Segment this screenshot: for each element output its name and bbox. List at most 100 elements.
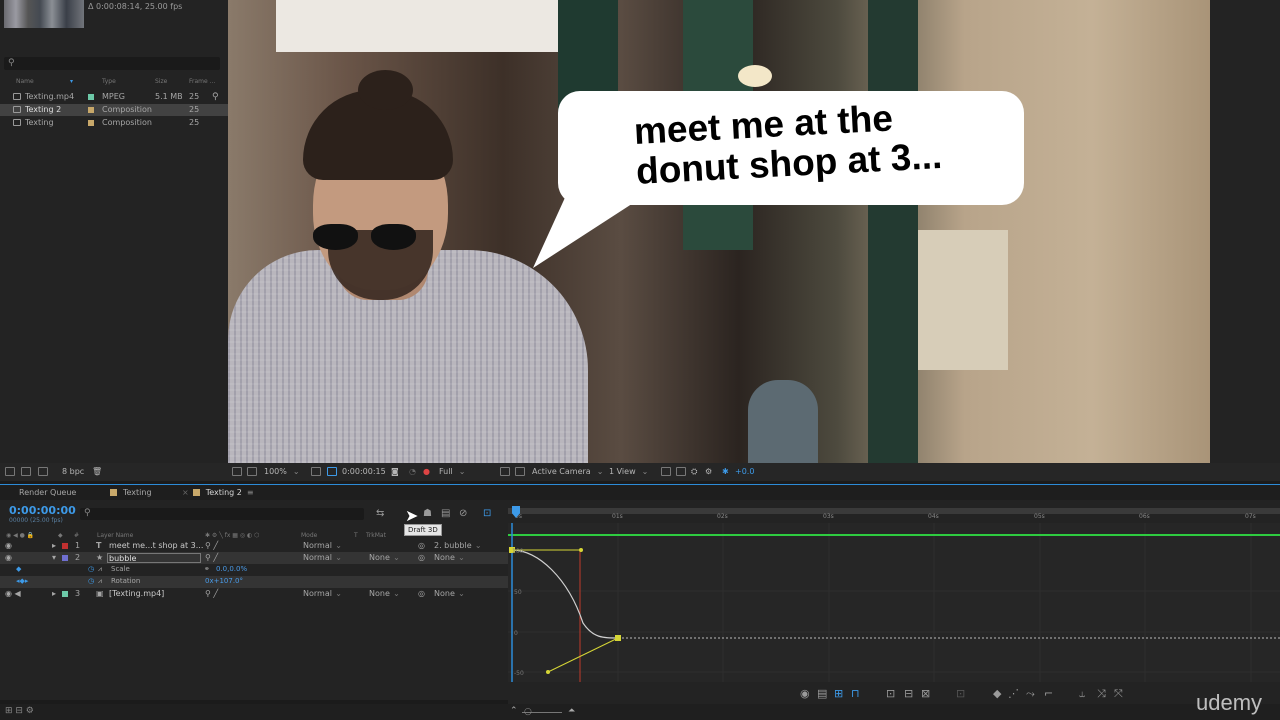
link-icon[interactable]: ⚭ — [204, 565, 210, 573]
always-preview-icon[interactable] — [232, 467, 242, 476]
edit-keyframe-icon[interactable]: ⊡ — [956, 687, 965, 700]
twirl-icon[interactable]: ▾ — [52, 553, 56, 562]
show-snapshot-icon[interactable]: ◔ — [409, 467, 416, 476]
composition-viewer[interactable]: meet me at the donut shop at 3... — [228, 0, 1210, 463]
visibility-icon[interactable]: ◉ — [5, 541, 12, 550]
auto-bezier-icon[interactable]: ⋰ — [1008, 687, 1019, 700]
pickwhip-icon[interactable]: ◎ — [418, 553, 425, 562]
shy-icon[interactable]: ☗ — [423, 508, 432, 519]
trash-icon[interactable]: 🗑 — [92, 467, 102, 476]
switches[interactable]: ⚲ ╱ — [205, 541, 218, 550]
col-size[interactable]: Size — [155, 78, 167, 85]
parent-select[interactable]: None — [434, 553, 465, 562]
col-name[interactable]: Name — [16, 78, 34, 85]
stopwatch-icon[interactable]: ◷ — [88, 565, 94, 573]
transform-box-icon[interactable]: ⊞ — [834, 687, 843, 700]
fit-selection-icon[interactable]: ⊡ — [886, 687, 895, 700]
project-item[interactable]: Texting 2 Composition 25 — [0, 104, 228, 116]
mask-visibility-icon[interactable] — [327, 467, 337, 476]
col-mode[interactable]: Mode — [301, 532, 317, 539]
layer-row[interactable]: ◉ ▾ 2 ★ bubble ⚲ ╱ Normal None ◎ None — [0, 552, 508, 564]
time-ruler[interactable] — [508, 508, 1280, 514]
project-search-input[interactable]: ⚲ — [4, 57, 220, 70]
layer-name[interactable]: meet me...t shop at 3... — [109, 541, 203, 550]
flowchart-view-icon[interactable]: ⚙ — [705, 467, 712, 476]
project-item[interactable]: Texting Composition 25 — [0, 117, 228, 129]
graph-editor[interactable]: 100 50 0 -50 — [508, 523, 1280, 682]
motion-blur-icon[interactable]: ⊘ — [459, 508, 467, 519]
graph-editor-icon[interactable]: ⊡ — [483, 508, 491, 519]
current-time[interactable]: 0:00:00:00 — [9, 504, 76, 517]
zoom-out-icon[interactable]: ⌃ — [510, 706, 518, 716]
twirl-icon[interactable]: ▸ — [52, 541, 56, 550]
toggle-switches-icon[interactable]: ⊞ ⊟ ⚙ — [5, 706, 34, 716]
property-row[interactable]: ◂◆▸ ◷ ⩘ Rotation 0x+107.0° — [0, 576, 508, 588]
parent-select[interactable]: 2. bubble — [434, 541, 481, 550]
blend-mode-select[interactable]: Normal — [303, 541, 342, 550]
col-frame[interactable]: Frame ... — [189, 78, 215, 85]
pickwhip-icon[interactable]: ◎ — [418, 541, 425, 550]
trkmat-select[interactable]: None — [369, 589, 400, 598]
easy-ease-icon[interactable]: ⥿ — [1079, 687, 1085, 701]
view-layout-select[interactable]: 1 View — [609, 467, 648, 476]
fast-preview-icon[interactable] — [676, 467, 686, 476]
easy-ease-out-icon[interactable]: ⤧ — [1114, 687, 1123, 701]
comp-flowchart-icon[interactable]: ⇆ — [376, 508, 384, 519]
exposure-icon[interactable]: ✱ — [722, 467, 729, 476]
pickwhip-icon[interactable]: ◎ — [418, 589, 425, 598]
snap-icon[interactable]: ⊓ — [851, 687, 860, 700]
blend-mode-select[interactable]: Normal — [303, 553, 342, 562]
region-of-interest-icon[interactable] — [500, 467, 510, 476]
tab-render-queue[interactable]: Render Queue — [19, 488, 76, 497]
twirl-icon[interactable]: ▸ — [52, 589, 56, 598]
close-icon[interactable]: × — [182, 488, 189, 497]
eye-icon[interactable]: ◉ — [800, 687, 810, 700]
col-type[interactable]: Type — [102, 78, 116, 85]
graph-type-icon[interactable]: ▤ — [817, 687, 827, 700]
keyframe-nav-icon[interactable]: ◂◆▸ — [16, 577, 28, 585]
pixel-aspect-icon[interactable] — [661, 467, 671, 476]
tab-texting[interactable]: Texting — [110, 488, 152, 497]
col-trkmat[interactable]: TrkMat — [366, 532, 386, 539]
layer-row[interactable]: ◉ ▸ 1 T meet me...t shop at 3... ⚲ ╱ Nor… — [0, 540, 508, 552]
bit-depth[interactable]: 8 bpc — [62, 467, 84, 476]
convert-keyframe-icon[interactable]: ⤳ — [1026, 687, 1035, 701]
frame-blending-icon[interactable]: ▤ — [441, 508, 450, 519]
channel-icon[interactable]: ● — [423, 467, 430, 476]
easy-ease-in-icon[interactable]: ⤨ — [1097, 687, 1106, 701]
keyframe-nav-icon[interactable]: ◆ — [16, 565, 21, 573]
blend-mode-select[interactable]: Normal — [303, 589, 342, 598]
monitor-icon[interactable] — [247, 467, 257, 476]
visibility-icon[interactable]: ◉ ◀ — [5, 589, 21, 598]
switches[interactable]: ⚲ ╱ — [205, 553, 218, 562]
visibility-icon[interactable]: ◉ — [5, 553, 12, 562]
layer-name[interactable]: [Texting.mp4] — [109, 589, 164, 598]
col-layer-name[interactable]: Layer Name — [97, 532, 133, 539]
switches[interactable]: ⚲ ╱ — [205, 589, 218, 598]
separate-dimensions-icon[interactable]: ⊠ — [921, 687, 930, 700]
magnification-select[interactable]: 100% — [264, 467, 300, 476]
property-value[interactable]: 0.0,0.0% — [216, 565, 247, 573]
property-value[interactable]: 0x+107.0° — [205, 577, 243, 585]
fit-all-icon[interactable]: ⊟ — [904, 687, 913, 700]
parent-select[interactable]: None — [434, 589, 465, 598]
viewer-timecode[interactable]: 0:00:00:15 — [342, 467, 386, 476]
hold-keyframe-icon[interactable]: ◆ — [993, 687, 1001, 700]
tab-texting-2[interactable]: × Texting 2 ≡ — [182, 488, 254, 497]
stopwatch-icon[interactable]: ◷ — [88, 577, 94, 585]
camera-view-select[interactable]: Active Camera — [532, 467, 603, 476]
exposure-value[interactable]: +0.0 — [735, 467, 754, 476]
new-composition-icon[interactable] — [38, 467, 48, 476]
safe-zones-icon[interactable] — [311, 467, 321, 476]
property-row[interactable]: ◆ ◷ ⩘ Scale ⚭ 0.0,0.0% — [0, 564, 508, 576]
transparency-grid-icon[interactable] — [515, 467, 525, 476]
layer-search-input[interactable]: ⚲ — [80, 508, 364, 520]
flowchart-icon[interactable] — [5, 467, 15, 476]
layer-name-input[interactable]: bubble — [107, 553, 201, 563]
linear-keyframe-icon[interactable]: ⌐ — [1044, 687, 1053, 700]
panel-menu-icon[interactable]: ≡ — [247, 488, 254, 497]
timeline-icon[interactable]: ⛭ — [691, 467, 697, 477]
trkmat-select[interactable]: None — [369, 553, 400, 562]
zoom-slider-handle[interactable]: ○ — [524, 707, 532, 717]
layer-row[interactable]: ◉ ◀ ▸ 3 ▣ [Texting.mp4] ⚲ ╱ Normal None … — [0, 588, 508, 600]
